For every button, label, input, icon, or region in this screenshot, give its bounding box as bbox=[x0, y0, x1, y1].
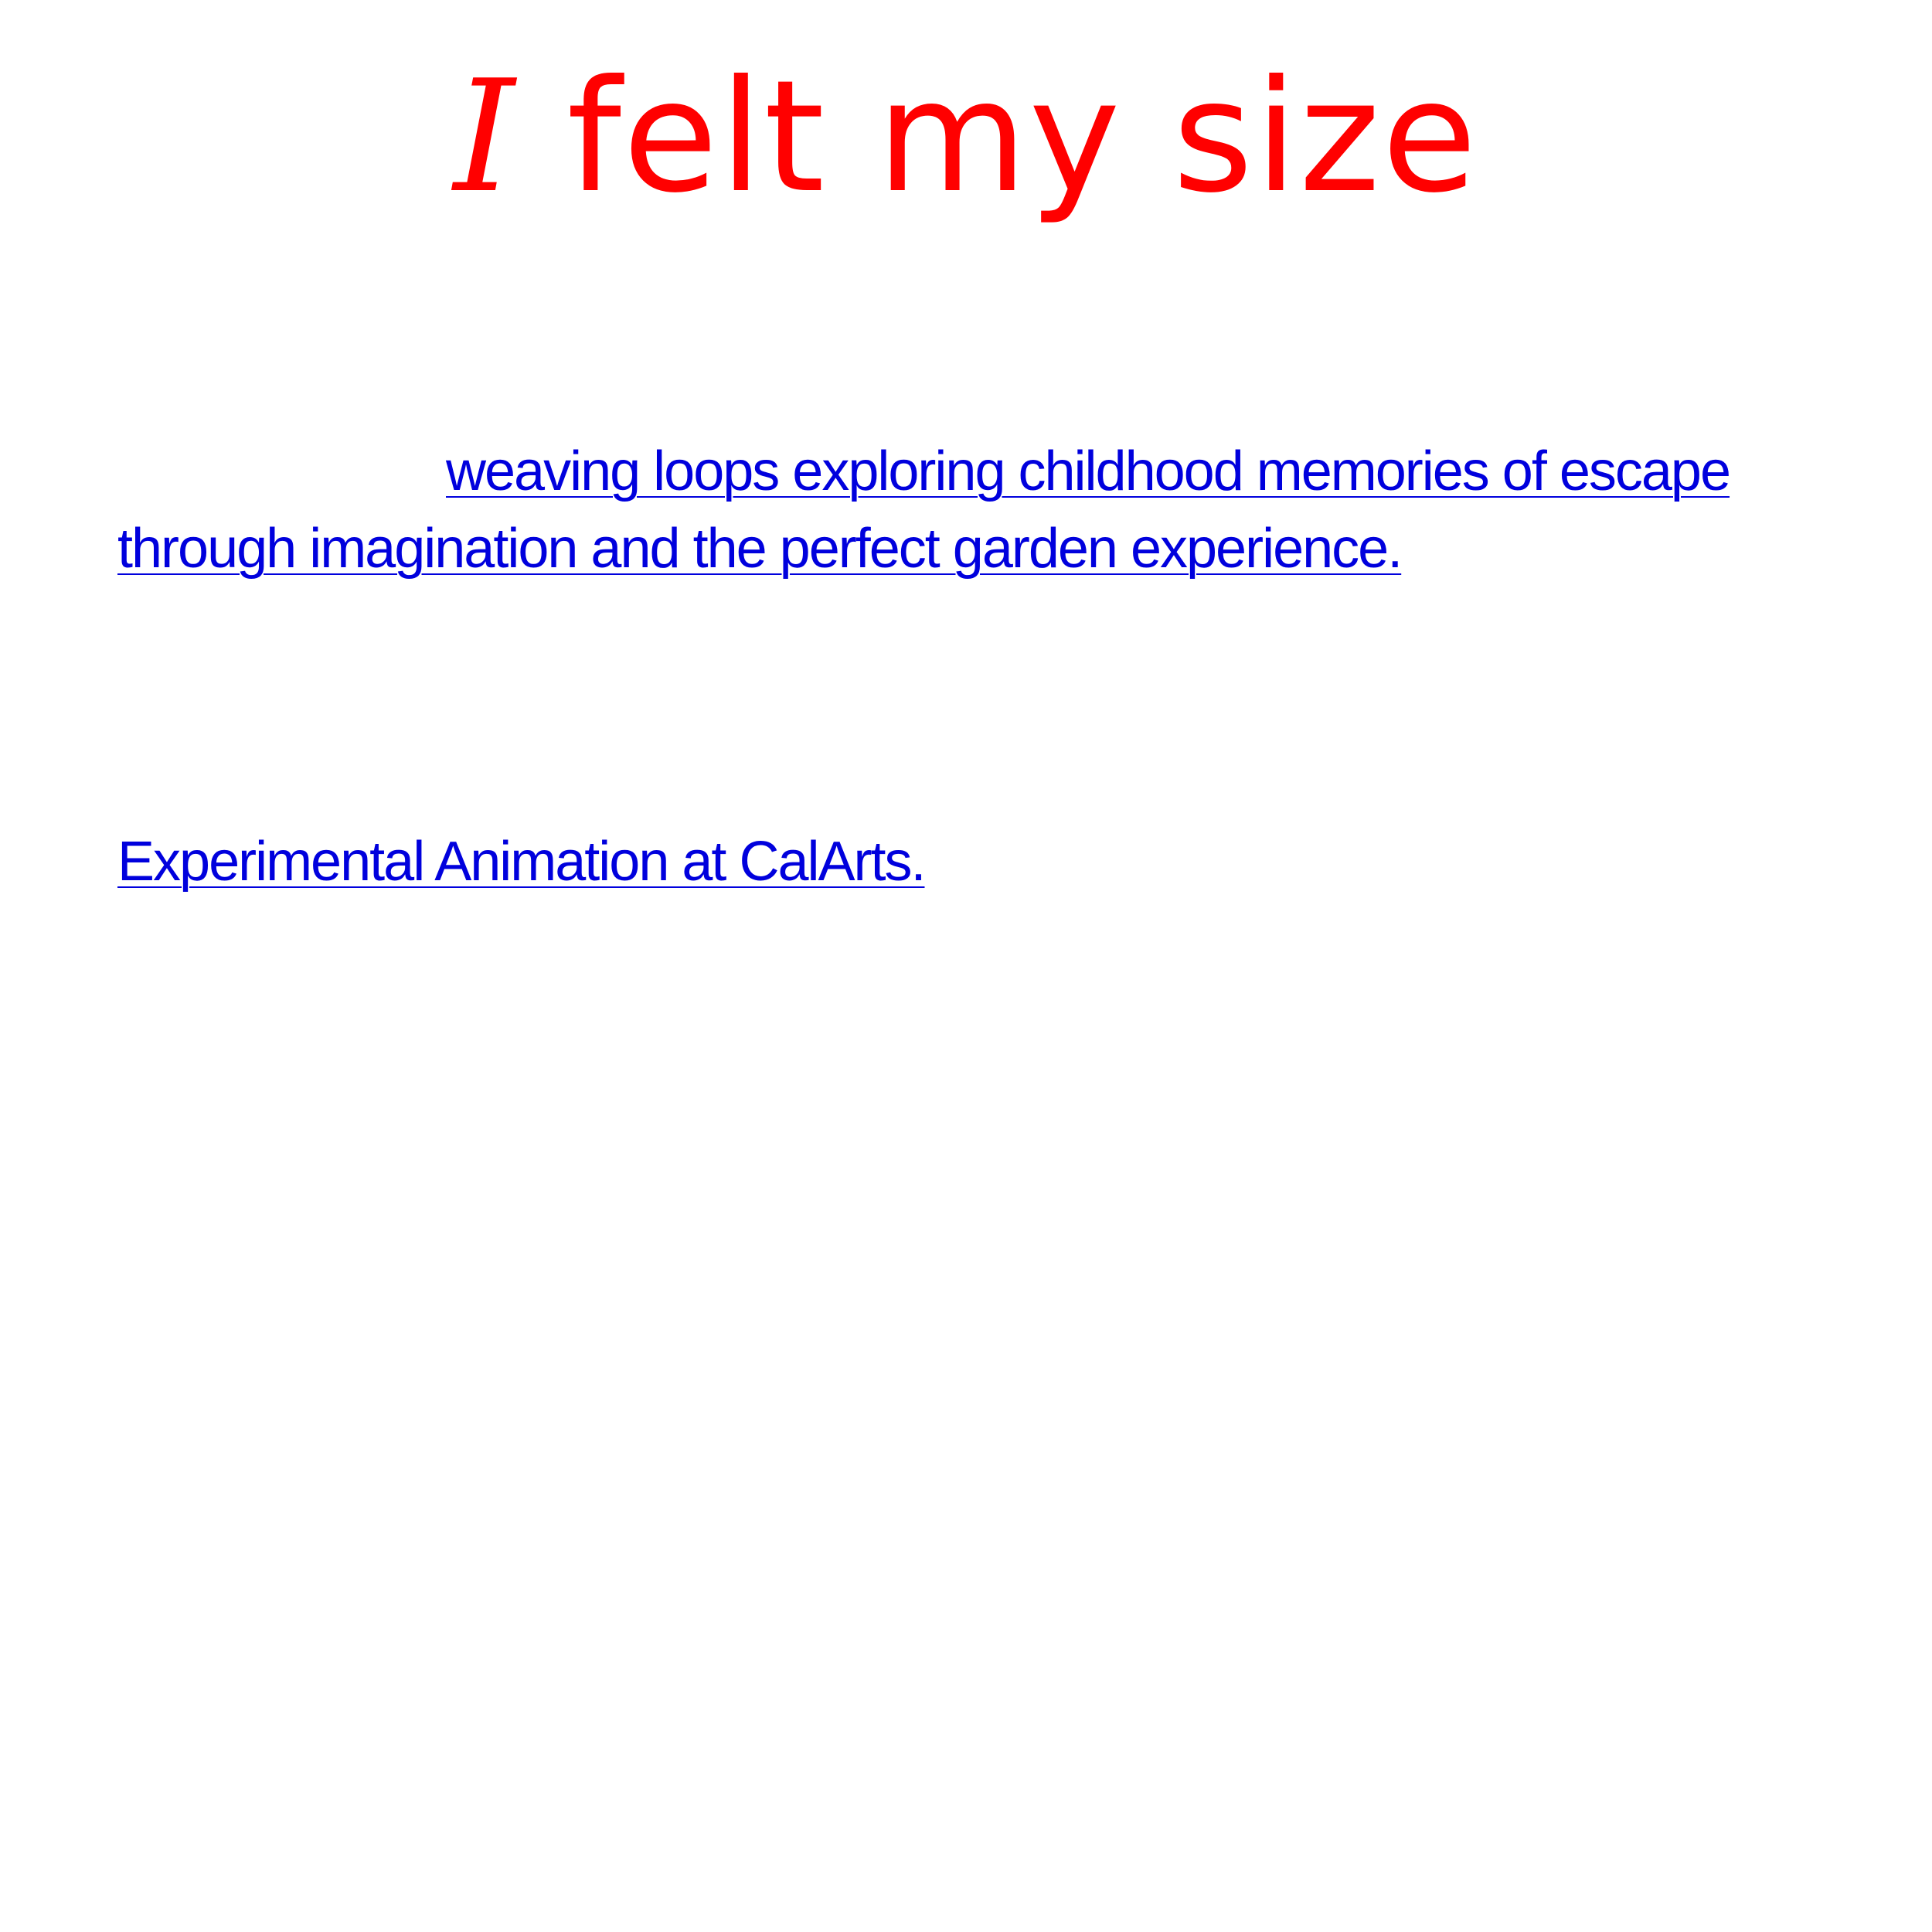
description-text[interactable]: weaving loops exploring childhood memori… bbox=[117, 433, 1818, 587]
page-title: I felt my size bbox=[0, 60, 1932, 215]
program-link[interactable]: Experimental Animation at CalArts. bbox=[117, 823, 926, 900]
title-initial: I bbox=[453, 47, 516, 227]
title-text: felt my size bbox=[515, 47, 1479, 227]
